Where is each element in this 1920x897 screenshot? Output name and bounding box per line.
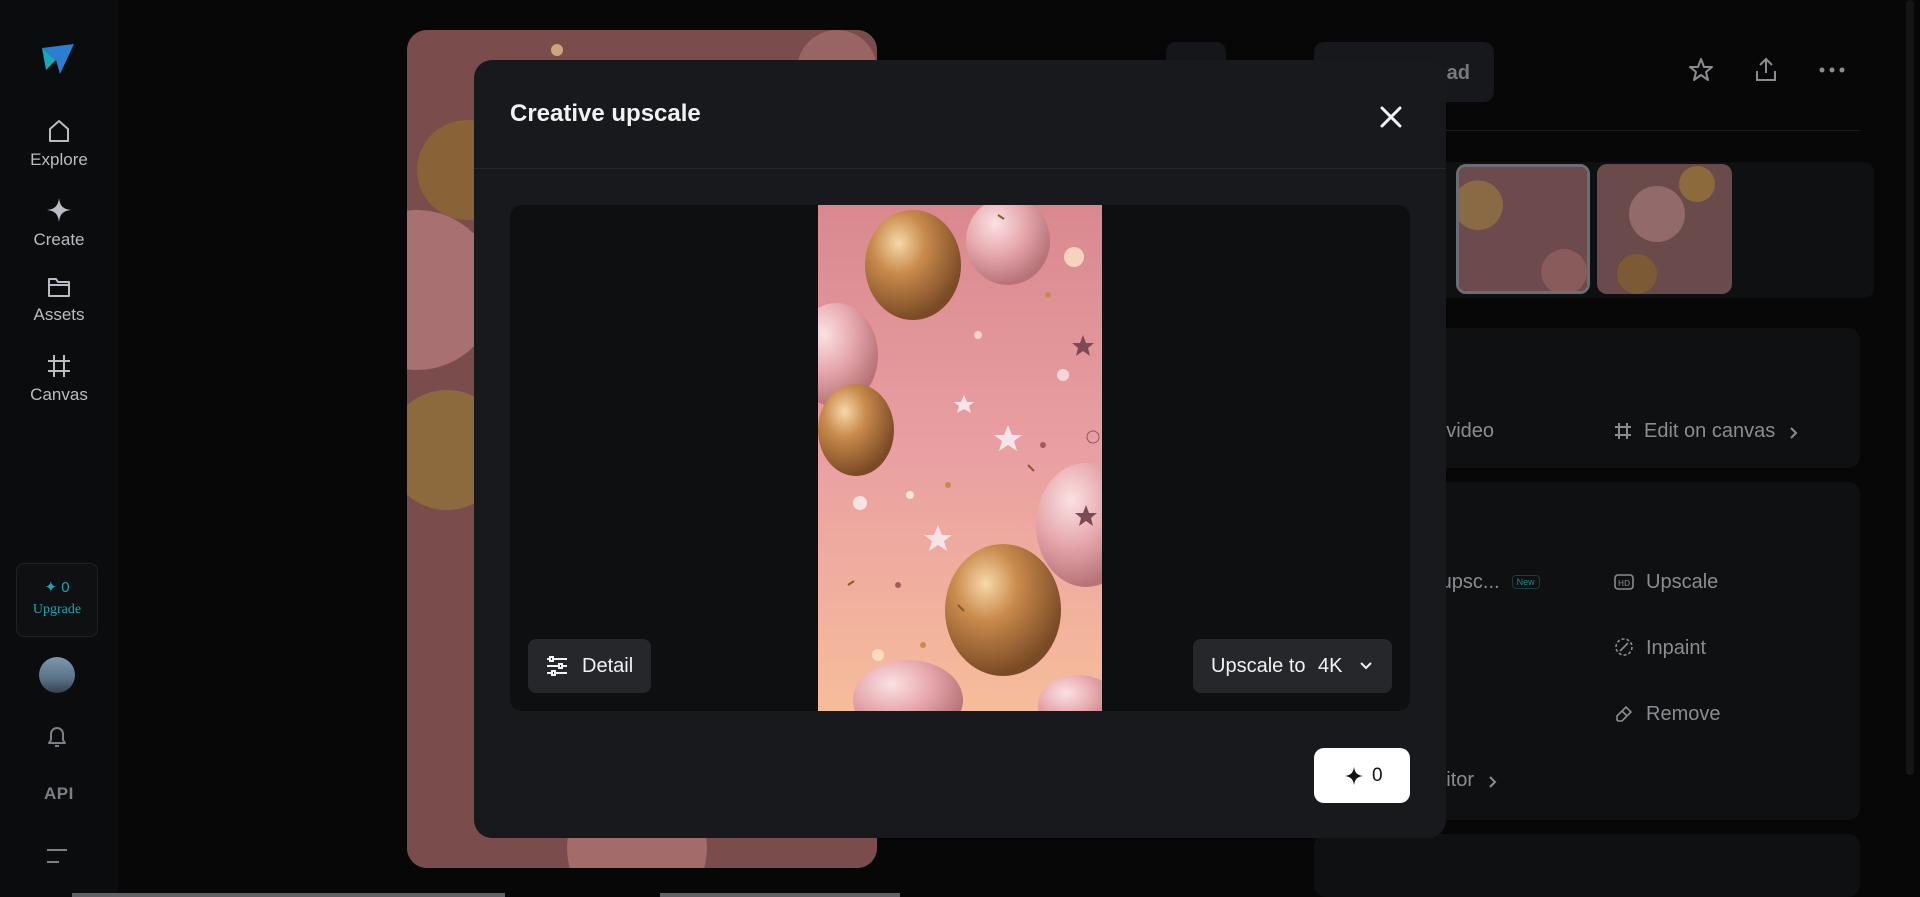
dialog-divider: [474, 168, 1446, 169]
sidebar-item-label: Assets: [33, 305, 85, 324]
credit-count: ✦ 0: [44, 579, 70, 596]
credit-cost: 0: [1372, 765, 1383, 786]
upscale-value: 4K: [1318, 655, 1343, 677]
canvas-grid-icon: [48, 355, 70, 377]
sidebar: Explore Create Assets Canvas ✦ 0 Upgrade…: [0, 0, 118, 897]
svg-text:HD: HD: [1618, 579, 1630, 588]
upscale-label: Upscale: [1646, 571, 1719, 593]
sidebar-item-canvas[interactable]: Canvas: [10, 353, 108, 423]
upgrade-button[interactable]: ✦ 0 Upgrade: [16, 563, 98, 637]
dialog-title: Creative upscale: [510, 100, 701, 127]
home-icon: [49, 120, 69, 142]
share-icon[interactable]: [1752, 56, 1780, 84]
app-logo-icon[interactable]: [38, 40, 78, 80]
remove-action[interactable]: Remove: [1614, 703, 1720, 726]
eraser-icon: [1616, 705, 1633, 722]
image-preview: Detail Upscale to 4K: [510, 205, 1410, 711]
chevron-right-icon: [1790, 427, 1798, 439]
lower-card: [1314, 834, 1860, 897]
folder-icon: [48, 278, 70, 297]
bottom-bar: [72, 893, 505, 897]
inpaint-label: Inpaint: [1646, 637, 1707, 659]
avatar[interactable]: [39, 657, 75, 693]
api-link[interactable]: API: [44, 784, 74, 804]
upscale-action[interactable]: HD Upscale: [1614, 571, 1718, 594]
thumbnail[interactable]: [1597, 164, 1732, 294]
sidebar-item-label: Create: [33, 230, 85, 249]
bottom-bar: [660, 893, 900, 897]
thumbnail-selected[interactable]: [1456, 164, 1590, 294]
download-label: ad: [1446, 62, 1470, 84]
generate-button[interactable]: 0: [1314, 748, 1410, 803]
hd-icon: HD: [1614, 574, 1634, 590]
star-icon[interactable]: [1687, 56, 1715, 84]
detail-button[interactable]: Detail: [528, 639, 651, 693]
scrollbar[interactable]: [1906, 0, 1914, 775]
sidebar-item-explore[interactable]: Explore: [10, 118, 108, 188]
inpaint-icon: [1615, 638, 1633, 656]
edit-on-canvas-label: Edit on canvas: [1644, 420, 1776, 442]
upgrade-label: Upgrade: [32, 602, 82, 617]
new-badge: New: [1511, 575, 1540, 589]
edit-on-canvas-action[interactable]: Edit on canvas: [1614, 420, 1799, 443]
close-icon[interactable]: [1374, 100, 1408, 134]
sidebar-item-create[interactable]: Create: [10, 196, 108, 266]
canvas-grid-icon: [1615, 423, 1631, 439]
sparkle-icon: [1345, 767, 1363, 785]
preview-image: [818, 205, 1102, 711]
sparkle-icon: [47, 198, 71, 222]
chevron-down-icon: [1360, 662, 1372, 670]
sliders-icon: [547, 656, 567, 676]
sidebar-item-label: Explore: [30, 150, 88, 169]
sidebar-item-label: Canvas: [30, 385, 88, 404]
inpaint-action[interactable]: Inpaint: [1614, 637, 1706, 660]
bell-icon[interactable]: [45, 724, 69, 750]
menu-icon[interactable]: [45, 847, 69, 865]
chevron-right-icon: [1488, 776, 1497, 788]
upscale-resolution-select[interactable]: Upscale to 4K: [1193, 639, 1392, 693]
upscale-prefix-label: Upscale to: [1211, 655, 1306, 677]
remove-label: Remove: [1646, 703, 1721, 725]
more-icon[interactable]: [1818, 66, 1846, 74]
detail-label: Detail: [582, 655, 634, 677]
sidebar-item-assets[interactable]: Assets: [10, 275, 108, 345]
creative-upscale-dialog: Creative upscale Detail Upscale to 4K 0: [474, 60, 1446, 838]
